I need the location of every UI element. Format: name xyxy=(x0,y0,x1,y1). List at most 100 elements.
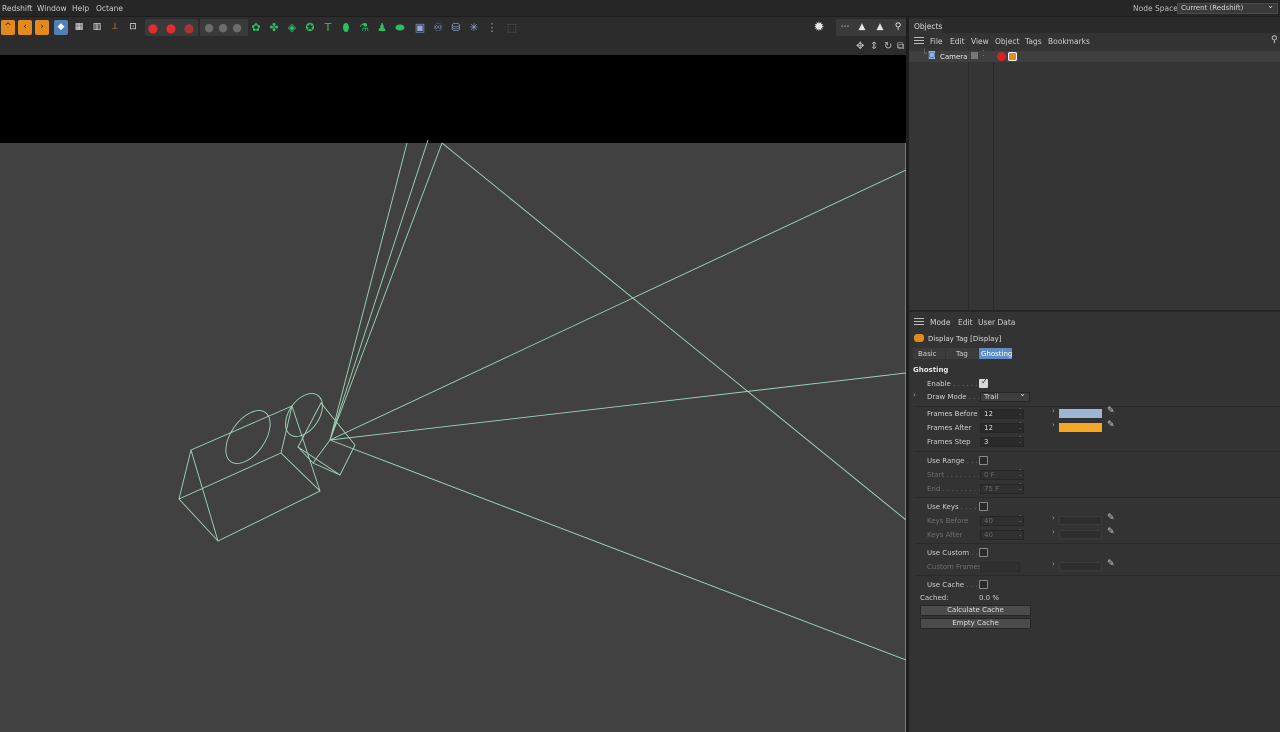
attributes-menu-edit[interactable]: Edit xyxy=(958,318,973,327)
cube-icon[interactable]: ◈ xyxy=(285,20,299,35)
objects-menu-tags[interactable]: Tags xyxy=(1025,37,1042,46)
model-mode-icon[interactable]: ◆ xyxy=(54,20,68,35)
visibility-dots-icon[interactable]: ⁚ xyxy=(982,49,985,58)
prev-icon[interactable]: ‹ xyxy=(18,20,32,35)
objects-menu-object[interactable]: Object xyxy=(995,37,1019,46)
attributes-menu-user-data[interactable]: User Data xyxy=(978,318,1015,327)
layout-grid-icon[interactable]: ▦ xyxy=(72,20,86,35)
search-render-icon[interactable]: ⚲ xyxy=(891,20,905,35)
undo-icon[interactable]: ^ xyxy=(1,20,15,35)
eyedropper-icon[interactable]: ✎ xyxy=(1107,527,1115,537)
frames-after-input[interactable]: 12 xyxy=(980,422,1024,433)
generator-icon[interactable]: ✪ xyxy=(303,20,317,35)
frames-after-color-swatch[interactable] xyxy=(1059,423,1102,432)
grid-icon[interactable]: ⋮ xyxy=(485,20,499,35)
list-item-camera[interactable]: └ ◙ Camera ⁚ xyxy=(909,49,1280,62)
layer-icon[interactable] xyxy=(971,52,978,59)
points-icon[interactable]: ● xyxy=(202,20,216,35)
eyedropper-icon[interactable]: ✎ xyxy=(1107,406,1115,416)
color-expand-icon[interactable]: › xyxy=(1052,514,1055,522)
keys-after-color-swatch[interactable] xyxy=(1059,530,1102,539)
next-icon[interactable]: › xyxy=(35,20,49,35)
rotate-view-icon[interactable]: ↻ xyxy=(884,41,892,52)
render-active-icon[interactable]: ▲ xyxy=(855,20,869,35)
eyedropper-icon[interactable]: ✎ xyxy=(1107,559,1115,569)
tab-objects[interactable]: Objects xyxy=(909,19,942,33)
start-input[interactable]: 0 F xyxy=(980,469,1024,480)
3d-viewport[interactable] xyxy=(0,55,906,732)
keys-after-input[interactable]: 40 xyxy=(980,529,1024,540)
snap-icon[interactable]: ✳ xyxy=(467,20,481,35)
objects-menu-file[interactable]: File xyxy=(930,37,943,46)
attributes-menu-mode[interactable]: Mode xyxy=(930,318,950,327)
layout-split-icon[interactable]: ▥ xyxy=(90,20,104,35)
tab-basic[interactable]: Basic xyxy=(913,348,945,359)
objects-menu-edit[interactable]: Edit xyxy=(950,37,965,46)
redshift-tag-icon[interactable] xyxy=(997,52,1006,61)
autokey-icon[interactable]: ● xyxy=(164,20,178,35)
polys-icon[interactable]: ● xyxy=(230,20,244,35)
menu-window[interactable]: Window xyxy=(37,4,67,13)
custom-frames-input[interactable] xyxy=(980,562,1020,572)
text-icon[interactable]: T xyxy=(321,20,335,35)
light-icon[interactable]: ♾ xyxy=(431,20,445,35)
end-input[interactable]: 75 F xyxy=(980,483,1024,494)
menu-octane[interactable]: Octane xyxy=(96,4,123,13)
object-tree[interactable]: └ ◙ Camera ⁚ xyxy=(909,48,1280,310)
draw-mode-dropdown[interactable]: Trail xyxy=(980,390,1030,402)
objects-menu-view[interactable]: View xyxy=(971,37,989,46)
record-icon[interactable]: ● xyxy=(146,20,160,35)
objects-search-icon[interactable]: ⚲ xyxy=(1271,35,1278,45)
effector-icon[interactable]: ⚗ xyxy=(357,20,371,35)
move-view-icon[interactable]: ✥ xyxy=(856,41,864,52)
frames-step-input[interactable]: 3 xyxy=(980,436,1024,447)
extra-tool-icon[interactable]: ⬚ xyxy=(505,20,519,35)
use-range-checkbox[interactable] xyxy=(979,456,988,465)
expand-arrow-icon[interactable]: › xyxy=(913,391,916,399)
edges-icon[interactable]: ● xyxy=(216,20,230,35)
frames-after-label: Frames After xyxy=(927,424,972,432)
empty-cache-button[interactable]: Empty Cache xyxy=(920,618,1031,629)
field-icon[interactable]: ⬬ xyxy=(393,20,407,35)
color-expand-icon[interactable]: › xyxy=(1052,407,1055,415)
gear-icon[interactable]: ✿ xyxy=(249,20,263,35)
tab-tag[interactable]: Tag xyxy=(946,348,978,359)
eyedropper-icon[interactable]: ✎ xyxy=(1107,513,1115,523)
scene-icon[interactable]: ▣ xyxy=(413,20,427,35)
spline-icon[interactable]: ✤ xyxy=(267,20,281,35)
calculate-cache-button[interactable]: Calculate Cache xyxy=(920,605,1031,616)
object-name[interactable]: Camera xyxy=(940,53,967,61)
menu-help[interactable]: Help xyxy=(72,4,89,13)
custom-color-swatch[interactable] xyxy=(1059,562,1102,571)
zoom-view-icon[interactable]: ⇕ xyxy=(870,41,878,52)
objects-hamburger-icon[interactable] xyxy=(914,37,924,44)
eyedropper-icon[interactable]: ✎ xyxy=(1107,420,1115,430)
camera-tool-icon[interactable]: ⛁ xyxy=(449,20,463,35)
axis-icon[interactable]: ⟂ xyxy=(108,20,122,35)
render-settings-icon[interactable]: ✹ xyxy=(812,20,826,35)
use-custom-checkbox[interactable] xyxy=(979,548,988,557)
tab-ghosting[interactable]: Ghosting xyxy=(979,348,1012,359)
frames-before-color-swatch[interactable] xyxy=(1059,409,1102,418)
objects-menu-bookmarks[interactable]: Bookmarks xyxy=(1048,37,1090,46)
color-expand-icon[interactable]: › xyxy=(1052,421,1055,429)
maximize-view-icon[interactable]: ⧉ xyxy=(897,41,904,52)
deformer-icon[interactable]: ⬮ xyxy=(339,20,353,35)
keyframe-icon[interactable]: ● xyxy=(182,20,196,35)
enable-checkbox[interactable] xyxy=(979,377,988,388)
use-keys-checkbox[interactable] xyxy=(979,502,988,511)
render-view-icon[interactable]: ⊡ xyxy=(126,20,140,35)
display-tag-icon[interactable] xyxy=(1008,52,1017,61)
figure-icon[interactable]: ♟ xyxy=(375,20,389,35)
attributes-hamburger-icon[interactable] xyxy=(914,318,924,325)
render-region-icon[interactable]: ⋯ xyxy=(838,20,852,35)
use-cache-checkbox[interactable] xyxy=(979,580,988,589)
keys-before-color-swatch[interactable] xyxy=(1059,516,1102,525)
color-expand-icon[interactable]: › xyxy=(1052,528,1055,536)
color-expand-icon[interactable]: › xyxy=(1052,560,1055,568)
menu-redshift[interactable]: Redshift xyxy=(2,4,32,13)
frames-before-input[interactable]: 12 xyxy=(980,408,1024,419)
render-queue-icon[interactable]: ▲ xyxy=(873,20,887,35)
node-space-select[interactable]: Current (Redshift) xyxy=(1177,1,1278,14)
keys-before-input[interactable]: 40 xyxy=(980,515,1024,526)
